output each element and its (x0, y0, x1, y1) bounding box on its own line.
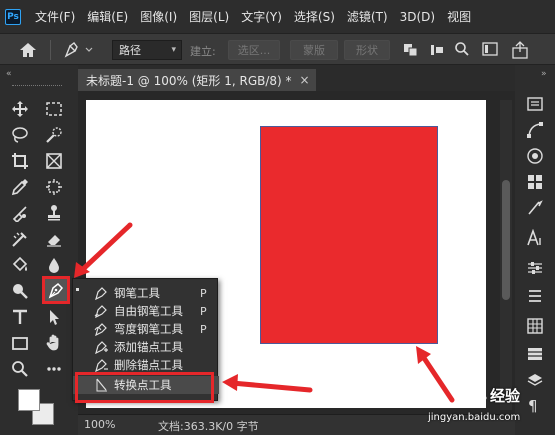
convert-point-highlight (75, 372, 214, 403)
flyout-item-label: 钢笔工具 (114, 286, 160, 300)
menu-3d[interactable]: 3D(D) (400, 10, 435, 24)
character-panel-icon[interactable] (526, 228, 544, 247)
options-bar: 路径 ▾ 建立: 选区... 蒙版 形状 (0, 33, 555, 65)
dodge-tool-icon[interactable] (9, 280, 31, 302)
delete-anchor-icon (93, 357, 109, 373)
layers-icon[interactable] (526, 317, 544, 335)
pen-tool-icon[interactable] (45, 279, 67, 301)
flyout-item-freeform-pen[interactable]: 自由钢笔工具 P (73, 302, 219, 320)
blur-tool-icon[interactable] (43, 254, 65, 276)
history-icon[interactable] (526, 95, 544, 113)
eyedropper-tool-icon[interactable] (9, 176, 31, 198)
paint-bucket-tool-icon[interactable] (9, 254, 31, 276)
menu-edit[interactable]: 编辑(E) (87, 8, 128, 25)
search-icon[interactable] (454, 41, 470, 57)
zoom-tool-icon[interactable] (9, 358, 31, 380)
flyout-item-label: 自由钢笔工具 (114, 304, 183, 318)
curvature-pen-icon (93, 321, 109, 337)
shortcut-key: P (200, 304, 207, 318)
brush-settings-icon[interactable] (526, 199, 544, 217)
shortcut-key: P (200, 322, 207, 336)
hand-tool-icon[interactable] (43, 332, 65, 354)
menu-select[interactable]: 选择(S) (294, 8, 335, 25)
flyout-item-label: 删除锚点工具 (114, 358, 183, 372)
pen-icon (93, 285, 109, 301)
crop-tool-icon[interactable] (9, 150, 31, 172)
flyout-item-curvature-pen[interactable]: 弯度钢笔工具 P (73, 320, 219, 338)
channels-icon[interactable] (526, 345, 544, 363)
document-tab-title: 未标题-1 @ 100% (矩形 1, RGB/8) * (86, 73, 292, 88)
marquee-tool-icon[interactable] (43, 98, 65, 120)
eraser-tool-icon[interactable] (43, 228, 65, 250)
libraries-icon[interactable] (526, 371, 544, 389)
mode-select[interactable]: 路径 ▾ (112, 40, 182, 60)
document-tab[interactable]: 未标题-1 @ 100% (矩形 1, RGB/8) * × (78, 69, 316, 91)
flyout-item-label: 添加锚点工具 (114, 340, 183, 354)
frame-tool-icon[interactable] (43, 150, 65, 172)
mask-button[interactable]: 蒙版 (290, 40, 338, 60)
foreground-color-swatch[interactable] (18, 389, 40, 411)
path-operations-icon[interactable] (402, 42, 420, 58)
shape-button-label: 形状 (356, 44, 378, 57)
mode-select-value: 路径 (119, 44, 141, 57)
watermark-url: jingyan.baidu.com (428, 412, 521, 423)
zoom-level[interactable]: 100% (84, 418, 115, 431)
artboard-tool-icon[interactable] (43, 176, 65, 198)
menu-filter[interactable]: 滤镜(T) (347, 8, 388, 25)
close-icon[interactable]: × (300, 73, 310, 87)
healing-brush-tool-icon[interactable] (9, 202, 31, 224)
mask-button-label: 蒙版 (303, 44, 325, 57)
panel-grip (12, 85, 62, 87)
menu-view[interactable]: 视图 (447, 8, 471, 25)
panel-collapse-icon[interactable]: « (6, 69, 12, 79)
home-icon[interactable] (18, 41, 38, 59)
menu-layer[interactable]: 图层(L) (189, 8, 229, 25)
pen-tool-preset-icon[interactable] (62, 41, 96, 59)
swatches-icon[interactable] (526, 173, 544, 191)
share-icon[interactable] (510, 40, 530, 60)
menu-type[interactable]: 文字(Y) (241, 8, 282, 25)
document-info[interactable]: 文档:363.3K/0 字节 (158, 418, 259, 434)
path-alignment-icon[interactable] (430, 42, 444, 58)
paths-panel-icon[interactable] (526, 121, 544, 139)
path-selection-tool-icon[interactable] (43, 306, 65, 328)
color-panel-icon[interactable] (526, 147, 544, 165)
baidu-paw-logo-icon (462, 384, 488, 410)
watermark-text: 经验 (490, 387, 521, 405)
paragraph-icon[interactable]: ¶ (528, 397, 538, 415)
build-label: 建立: (190, 45, 216, 58)
workspace-icon[interactable] (482, 41, 498, 57)
menu-image[interactable]: 图像(I) (140, 8, 177, 25)
flyout-anchor-dot (76, 288, 79, 291)
red-rectangle-shape[interactable] (260, 126, 438, 344)
flyout-item-label: 弯度钢笔工具 (114, 322, 183, 336)
menu-file[interactable]: 文件(F) (35, 8, 75, 25)
selection-button[interactable]: 选区... (228, 40, 280, 60)
flyout-item-pen[interactable]: 钢笔工具 P (73, 284, 219, 302)
add-anchor-icon (93, 339, 109, 355)
selection-button-label: 选区... (237, 44, 271, 57)
panel-expand-icon[interactable]: » (541, 69, 547, 79)
more-tools-icon[interactable] (43, 358, 65, 380)
lasso-tool-icon[interactable] (9, 124, 31, 146)
properties-icon[interactable] (526, 287, 544, 305)
flyout-item-add-anchor[interactable]: 添加锚点工具 (73, 338, 219, 356)
freeform-pen-icon (93, 303, 109, 319)
adjustments-icon[interactable] (526, 259, 544, 277)
right-panel-dock: » ¶ (515, 65, 555, 435)
menu-bar: Ps 文件(F) 编辑(E) 图像(I) 图层(L) 文字(Y) 选择(S) 滤… (0, 0, 555, 33)
stamp-tool-icon[interactable] (43, 202, 65, 224)
shortcut-key: P (200, 286, 207, 300)
shape-button[interactable]: 形状 (344, 40, 390, 60)
chevron-down-icon: ▾ (171, 45, 176, 55)
photoshop-logo-icon[interactable]: Ps (5, 8, 21, 25)
rectangle-tool-icon[interactable] (9, 332, 31, 354)
move-tool-icon[interactable] (9, 98, 31, 120)
type-tool-icon[interactable] (9, 306, 31, 328)
clone-stamp-tool-icon[interactable] (9, 228, 31, 250)
scrollbar-thumb[interactable] (502, 180, 510, 300)
quick-selection-tool-icon[interactable] (43, 124, 65, 146)
